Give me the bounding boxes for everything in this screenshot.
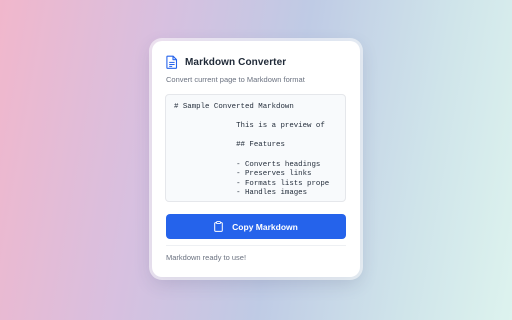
copy-markdown-label: Copy Markdown: [232, 221, 298, 232]
divider: [166, 245, 346, 246]
markdown-preview[interactable]: # Sample Converted Markdown This is a pr…: [165, 94, 346, 202]
markdown-preview-text: # Sample Converted Markdown This is a pr…: [174, 103, 330, 198]
status-message: Markdown ready to use!: [166, 253, 247, 262]
document-icon: [166, 55, 178, 69]
popup-subtitle: Convert current page to Markdown format: [166, 75, 305, 84]
markdown-converter-popup: Markdown Converter Convert current page …: [152, 41, 360, 277]
popup-title: Markdown Converter: [185, 56, 287, 68]
popup-header: Markdown Converter: [166, 55, 286, 69]
clipboard-icon: [214, 221, 223, 232]
copy-markdown-button[interactable]: Copy Markdown: [166, 214, 346, 239]
